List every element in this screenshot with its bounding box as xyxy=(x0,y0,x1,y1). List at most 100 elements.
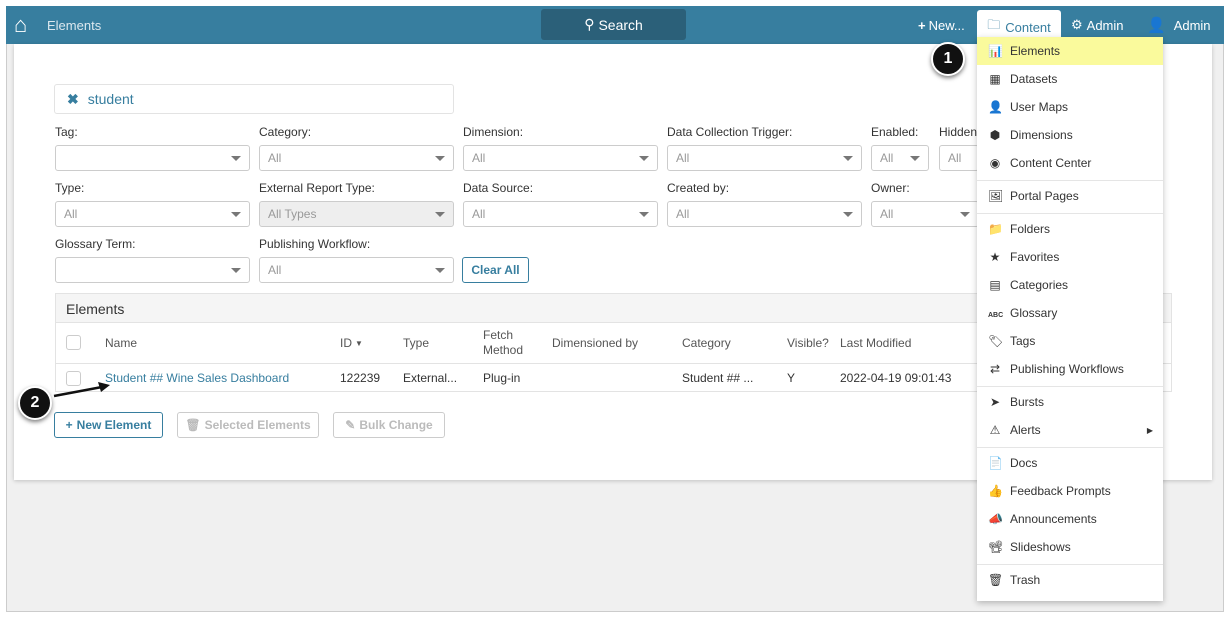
menu-item-dimensions[interactable]: ⬢ Dimensions xyxy=(977,121,1163,149)
col-id-label: ID xyxy=(340,336,352,350)
filter-source-select[interactable]: All xyxy=(463,201,658,227)
publishing-workflows-icon: ⇄ xyxy=(989,362,1001,376)
chevron-down-icon xyxy=(910,156,920,161)
selected-elements-label: Selected Elements xyxy=(204,418,311,432)
chevron-down-icon xyxy=(639,212,649,217)
slideshows-icon: 📽 xyxy=(988,540,1004,554)
filter-type-value: All xyxy=(64,207,78,221)
menu-item-docs[interactable]: 📄 Docs xyxy=(977,449,1163,477)
bursts-icon: ➤ xyxy=(989,395,1001,409)
menu-item-elements[interactable]: 📊 Elements xyxy=(977,37,1163,65)
menu-item-slideshows[interactable]: 📽 Slideshows xyxy=(977,533,1163,561)
filter-source-label: Data Source: xyxy=(463,181,534,195)
menu-item-label: Tags xyxy=(1010,334,1036,348)
trash-icon: 🗑 xyxy=(185,418,201,432)
filter-created_by-select[interactable]: All xyxy=(667,201,862,227)
menu-item-datasets[interactable]: ▦ Datasets xyxy=(977,65,1163,93)
plus-icon: + xyxy=(918,17,926,33)
filter-category-select[interactable]: All xyxy=(259,145,454,171)
element-name-link[interactable]: Student ## Wine Sales Dashboard xyxy=(105,363,289,393)
page-title: Elements xyxy=(47,17,102,33)
menu-item-feedback-prompts[interactable]: 👍 Feedback Prompts xyxy=(977,477,1163,505)
filter-dimension-select[interactable]: All xyxy=(463,145,658,171)
col-name[interactable]: Name xyxy=(105,323,137,363)
folder-icon: 🗀 xyxy=(987,17,1001,32)
menu-item-label: Slideshows xyxy=(1010,540,1071,554)
chevron-down-icon xyxy=(231,212,241,217)
menu-item-publishing-workflows[interactable]: ⇄ Publishing Workflows xyxy=(977,355,1163,383)
element-visible: Y xyxy=(787,371,796,385)
home-icon[interactable]: ⌂ xyxy=(14,6,27,44)
menu-item-label: Favorites xyxy=(1010,250,1060,264)
menu-item-user-maps[interactable]: 👤 User Maps xyxy=(977,93,1163,121)
plus-icon: + xyxy=(65,418,73,432)
element-category: Student ## ... xyxy=(682,371,754,385)
menu-item-categories[interactable]: ▤ Categories xyxy=(977,271,1163,299)
menu-item-glossary[interactable]: ABC Glossary xyxy=(977,299,1163,327)
categories-icon: ▤ xyxy=(989,278,1001,292)
new-menu[interactable]: + New... xyxy=(918,6,965,44)
filter-tag-label: Tag: xyxy=(55,125,78,139)
filter-glossary-select[interactable] xyxy=(55,257,250,283)
filter-owner-select[interactable]: All xyxy=(871,201,979,227)
content-center-icon: ◉ xyxy=(989,156,1001,170)
clear-all-button[interactable]: Clear All xyxy=(462,257,529,283)
col-type[interactable]: Type xyxy=(403,323,429,363)
menu-divider xyxy=(977,447,1163,448)
chevron-down-icon xyxy=(435,268,445,273)
menu-item-label: Glossary xyxy=(1010,306,1058,320)
menu-item-alerts[interactable]: ⚠ Alerts ▶ xyxy=(977,416,1163,444)
search-button[interactable]: ⚲ Search xyxy=(541,9,686,40)
alerts-icon: ⚠ xyxy=(989,423,1001,437)
col-fetch[interactable]: Fetch Method xyxy=(483,323,533,363)
filter-trigger-select[interactable]: All xyxy=(667,145,862,171)
remove-filter-icon[interactable]: ✖ xyxy=(67,91,79,108)
menu-item-label: Announcements xyxy=(1010,512,1097,526)
col-id[interactable]: ID ▼ xyxy=(340,323,363,363)
chevron-down-icon xyxy=(639,156,649,161)
selected-elements-button[interactable]: 🗑 Selected Elements xyxy=(177,412,319,438)
filter-ext_type-value: All Types xyxy=(268,207,317,221)
menu-item-label: Alerts xyxy=(1010,423,1041,437)
filter-type-select[interactable]: All xyxy=(55,201,250,227)
search-filter-pill: ✖ student xyxy=(54,84,454,114)
menu-item-folders[interactable]: 📁 Folders xyxy=(977,215,1163,243)
col-category[interactable]: Category xyxy=(682,323,731,363)
menu-item-tags[interactable]: 🏷 Tags xyxy=(977,327,1163,355)
chevron-down-icon xyxy=(435,156,445,161)
filter-type-label: Type: xyxy=(55,181,85,195)
filter-owner-label: Owner: xyxy=(871,181,910,195)
menu-item-favorites[interactable]: ★ Favorites xyxy=(977,243,1163,271)
filter-tag-select[interactable] xyxy=(55,145,250,171)
chevron-down-icon xyxy=(843,156,853,161)
chevron-down-icon xyxy=(960,212,970,217)
search-label: Search xyxy=(598,16,643,33)
filter-hidden-select[interactable]: All xyxy=(939,145,979,171)
menu-divider xyxy=(977,564,1163,565)
menu-item-trash[interactable]: 🗑 Trash xyxy=(977,566,1163,594)
col-dimensioned[interactable]: Dimensioned by xyxy=(552,323,638,363)
filter-ext_type-select[interactable]: All Types xyxy=(259,201,454,227)
filter-created_by-value: All xyxy=(676,207,690,221)
content-label: Content xyxy=(1005,19,1051,35)
filter-hidden-label: Hidden xyxy=(939,125,978,139)
filter-workflow-select[interactable]: All xyxy=(259,257,454,283)
menu-item-content-center[interactable]: ◉ Content Center xyxy=(977,149,1163,177)
select-all-checkbox[interactable] xyxy=(66,335,81,350)
bulk-change-button[interactable]: ✎ Bulk Change xyxy=(333,412,445,438)
menu-item-announcements[interactable]: 📣 Announcements xyxy=(977,505,1163,533)
glossary-icon: ABC xyxy=(988,312,1004,319)
menu-divider xyxy=(977,386,1163,387)
docs-icon: 📄 xyxy=(988,456,1003,470)
new-element-button[interactable]: + New Element xyxy=(54,412,163,438)
feedback-prompts-icon: 👍 xyxy=(988,484,1003,498)
menu-divider xyxy=(977,213,1163,214)
menu-item-bursts[interactable]: ➤ Bursts xyxy=(977,388,1163,416)
menu-item-portal-pages[interactable]: 🖼 Portal Pages xyxy=(977,182,1163,210)
callout-1: 1 xyxy=(931,42,965,76)
filter-workflow-label: Publishing Workflow: xyxy=(259,237,371,251)
search-filter-value: student xyxy=(87,91,134,107)
col-modified[interactable]: Last Modified xyxy=(840,323,911,363)
filter-enabled-select[interactable]: All xyxy=(871,145,929,171)
col-visible[interactable]: Visible? xyxy=(787,323,829,363)
